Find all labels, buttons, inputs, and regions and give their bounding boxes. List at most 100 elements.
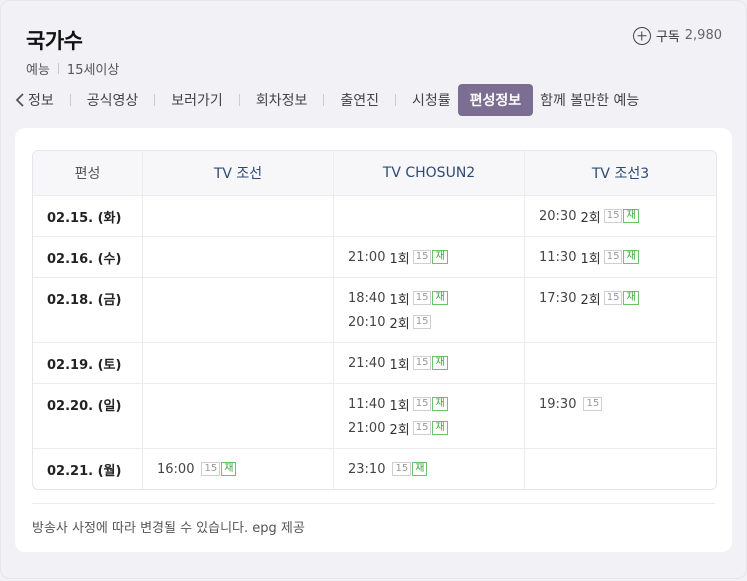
schedule-cell <box>142 196 333 236</box>
age-rating-badge: 15 <box>603 291 623 305</box>
plus-circle-icon <box>632 26 651 45</box>
tab-divider <box>395 94 396 106</box>
subscribe-button[interactable]: 구독 2,980 <box>632 26 722 45</box>
table-header-row: 편성 TV 조선 TV CHOSUN2 TV 조선3 <box>33 151 716 195</box>
age-rating-badge: 15 <box>412 315 432 329</box>
age-rating-label: 15세이상 <box>66 63 120 78</box>
tab-divider <box>238 94 240 106</box>
broadcast-time: 20:30 <box>539 208 577 224</box>
notice-divider <box>32 503 715 504</box>
tab-0[interactable]: 정보 <box>25 90 57 110</box>
tab-4[interactable]: 출연진 <box>337 90 382 110</box>
broadcast-time: 21:00 <box>348 249 386 265</box>
age-rating-badge: 15 <box>583 397 603 411</box>
date-text: 02.16. (수) <box>47 251 122 267</box>
rerun-badge: 재 <box>623 250 639 264</box>
episode-number: 1회 <box>389 357 410 373</box>
rerun-badge: 재 <box>623 209 639 223</box>
schedule-cell: 21:00 1회 15 재 <box>333 237 524 277</box>
schedule-cell: 20:30 2회 15 재 <box>524 196 716 236</box>
broadcast-time: 18:40 <box>348 290 386 306</box>
broadcast-entry: 21:40 1회 15 재 <box>348 351 510 375</box>
broadcast-entry: 16:00 15 재 <box>157 457 319 481</box>
episode-number: 1회 <box>389 398 410 414</box>
table-row: 02.15. (화) 20:30 2회 15 재 <box>33 195 716 236</box>
schedule-table: 편성 TV 조선 TV CHOSUN2 TV 조선3 02.15. (화) 20:… <box>32 150 717 490</box>
tab-3[interactable]: 회차정보 <box>253 90 311 110</box>
tab-1[interactable]: 공식영상 <box>84 90 142 110</box>
broadcast-time: 19:30 <box>539 396 577 412</box>
rerun-badge: 재 <box>432 421 448 435</box>
schedule-cell: 21:40 1회 15 재 <box>333 343 524 383</box>
header-channel-2: TV CHOSUN2 <box>333 151 524 195</box>
subscriber-count: 2,980 <box>684 28 722 43</box>
schedule-cell <box>142 278 333 342</box>
rerun-badge: 재 <box>412 462 428 476</box>
rerun-badge: 재 <box>432 291 448 305</box>
schedule-cell: 23:10 15 재 <box>333 449 524 489</box>
schedule-cell: 18:40 1회 15 재 20:10 2회 15 <box>333 278 524 342</box>
rerun-badge: 재 <box>432 356 448 370</box>
schedule-date: 02.19. (토) <box>33 343 142 383</box>
broadcast-time: 23:10 <box>348 461 386 477</box>
episode-number: 1회 <box>389 292 410 308</box>
date-text: 02.20. (일) <box>47 398 122 414</box>
broadcast-time: 11:40 <box>348 396 386 412</box>
tab-5[interactable]: 시청률 <box>409 90 454 110</box>
schedule-panel: 편성 TV 조선 TV CHOSUN2 TV 조선3 02.15. (화) 20:… <box>15 128 732 552</box>
schedule-cell <box>333 196 524 236</box>
header-channel-1: TV 조선 <box>142 151 333 195</box>
age-rating-badge: 15 <box>412 397 432 411</box>
schedule-date: 02.16. (수) <box>33 237 142 277</box>
age-rating-badge: 15 <box>412 291 432 305</box>
episode-number: 1회 <box>389 251 410 267</box>
rerun-badge: 재 <box>221 462 237 476</box>
tab-6[interactable]: 편성정보 <box>457 84 534 116</box>
meta-divider <box>57 63 59 74</box>
broadcast-entry: 11:40 1회 15 재 <box>348 392 510 416</box>
schedule-cell: 16:00 15 재 <box>142 449 333 489</box>
date-text: 02.19. (토) <box>47 357 122 373</box>
broadcast-entry: 19:30 15 <box>539 392 702 416</box>
episode-number: 1회 <box>580 251 601 267</box>
table-row: 02.20. (일) 11:40 1회 15 재 21:00 2회 15 재 19:30 15 <box>33 383 716 448</box>
schedule-cell: 11:40 1회 15 재 21:00 2회 15 재 <box>333 384 524 448</box>
episode-number: 2회 <box>580 210 601 226</box>
episode-number: 2회 <box>389 422 410 438</box>
schedule-date: 02.21. (월) <box>33 449 142 489</box>
table-row: 02.16. (수) 21:00 1회 15 재 11:30 1회 15 재 <box>33 236 716 277</box>
schedule-cell: 11:30 1회 15 재 <box>524 237 716 277</box>
header-schedule: 편성 <box>74 166 101 182</box>
date-text: 02.21. (월) <box>47 463 122 479</box>
program-meta: 예능 15세이상 <box>26 59 119 78</box>
episode-number: 2회 <box>389 316 410 332</box>
broadcast-time: 21:00 <box>348 420 386 436</box>
age-rating-badge: 15 <box>603 209 623 223</box>
broadcast-entry: 17:30 2회 15 재 <box>539 286 702 310</box>
tab-2[interactable]: 보러가기 <box>168 90 226 110</box>
broadcast-time: 11:30 <box>539 249 577 265</box>
table-row: 02.18. (금) 18:40 1회 15 재 20:10 2회 15 17:30 2회 15 재 <box>33 277 716 342</box>
broadcast-entry: 21:00 2회 15 재 <box>348 416 510 440</box>
broadcast-time: 20:10 <box>348 314 386 330</box>
tab-list: 정보 공식영상 보러가기 회차정보 출연진 시청률 편성정보 함께 볼만한 예능 <box>25 84 642 116</box>
schedule-cell <box>524 449 716 489</box>
rerun-badge: 재 <box>432 250 448 264</box>
broadcast-time: 17:30 <box>539 290 577 306</box>
broadcast-time: 21:40 <box>348 355 386 371</box>
age-rating-badge: 15 <box>392 462 412 476</box>
schedule-notice: 방송사 사정에 따라 변경될 수 있습니다. epg 제공 <box>32 521 305 536</box>
broadcast-entry: 23:10 15 재 <box>348 457 510 481</box>
schedule-cell <box>142 384 333 448</box>
episode-number: 2회 <box>580 292 601 308</box>
age-rating-badge: 15 <box>603 250 623 264</box>
schedule-date: 02.15. (화) <box>33 196 142 236</box>
age-rating-badge: 15 <box>412 356 432 370</box>
broadcast-time: 16:00 <box>157 461 195 477</box>
tab-7[interactable]: 함께 볼만한 예능 <box>537 90 642 110</box>
tab-divider <box>154 94 156 106</box>
program-title: 국가수 <box>26 29 83 53</box>
header-channel-3: TV 조선3 <box>524 151 716 195</box>
age-rating-badge: 15 <box>412 421 432 435</box>
schedule-cell: 19:30 15 <box>524 384 716 448</box>
